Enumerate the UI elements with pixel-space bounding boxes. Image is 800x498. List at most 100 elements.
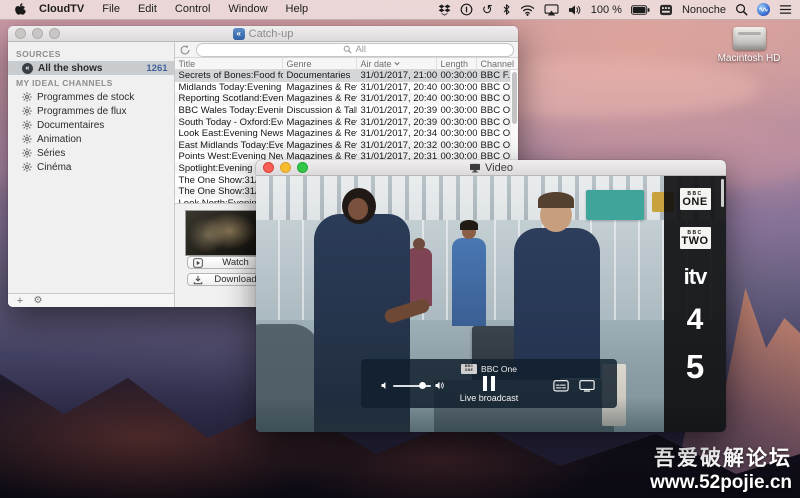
menu-help[interactable]: Help xyxy=(277,0,318,19)
volume-slider[interactable] xyxy=(393,382,431,389)
sidebar-footer: + ⚙ xyxy=(8,293,174,307)
cell-title: Secrets of Bones:Food for Th... xyxy=(178,70,283,82)
sidebar-item-channel[interactable]: Animation xyxy=(8,132,174,146)
gear-icon xyxy=(22,134,32,144)
play-icon xyxy=(192,257,203,268)
column-length[interactable]: Length xyxy=(437,58,477,69)
cell-genre: Magazines & Revi... xyxy=(286,128,357,140)
close-button[interactable] xyxy=(15,28,26,39)
all-shows-count-badge: 1261 xyxy=(146,62,168,74)
wifi-icon[interactable] xyxy=(520,4,535,16)
sort-descending-icon xyxy=(393,62,400,66)
notification-center-icon[interactable] xyxy=(779,4,792,15)
watermark-line1: 吾爱破解论坛 xyxy=(654,447,792,470)
channel-itv[interactable]: itv xyxy=(684,266,708,288)
column-air-date[interactable]: Air date xyxy=(357,58,437,69)
sidebar-item-channel[interactable]: Documentaires xyxy=(8,118,174,132)
status-circle-icon[interactable] xyxy=(460,3,473,16)
table-row[interactable]: Midlands Today:Evening New... Magazines … xyxy=(174,81,518,94)
video-titlebar[interactable]: Video xyxy=(256,160,726,176)
column-genre[interactable]: Genre xyxy=(283,58,357,69)
macintosh-hd-icon[interactable]: Macintosh HD xyxy=(714,27,784,64)
minimize-button[interactable] xyxy=(280,162,291,173)
battery-icon[interactable] xyxy=(630,4,650,15)
zoom-button[interactable] xyxy=(49,28,60,39)
menu-control[interactable]: Control xyxy=(166,0,219,19)
siri-icon[interactable] xyxy=(757,3,770,16)
channel-bbc-one[interactable]: BBC ONE xyxy=(679,188,711,210)
cell-title: BBC Wales Today:Evening Ne... xyxy=(178,105,283,117)
minimize-button[interactable] xyxy=(32,28,43,39)
menu-file[interactable]: File xyxy=(93,0,129,19)
menu-window[interactable]: Window xyxy=(219,0,276,19)
table-row[interactable]: South Today - Oxford:Evenin... Magazines… xyxy=(174,116,518,128)
channel-four[interactable]: 4 xyxy=(687,305,704,335)
volume-control[interactable] xyxy=(381,381,445,390)
rail-scrollbar[interactable] xyxy=(721,179,724,207)
dropbox-icon[interactable] xyxy=(438,3,451,16)
sidebar-settings-button[interactable]: ⚙ xyxy=(31,295,45,307)
cell-genre: Documentaries xyxy=(286,70,351,82)
app-menu-cloudtv[interactable]: CloudTV xyxy=(30,0,93,19)
cell-length: 00:30:00 xyxy=(440,105,477,117)
sidebar-item-all-shows[interactable]: « All the shows 1261 xyxy=(8,61,174,75)
cell-air-date: 31/01/2017, 20:39 xyxy=(360,105,437,117)
channel-label: Documentaires xyxy=(37,119,105,131)
sidebar-item-channel[interactable]: Programmes de stock xyxy=(8,90,174,104)
overlay-right-controls xyxy=(553,380,595,392)
video-window: Video BBC ONE BBC TWO itv 4 5 BBC ONE BB… xyxy=(256,160,726,432)
apple-menu-icon[interactable] xyxy=(14,3,26,16)
volume-knob[interactable] xyxy=(418,382,426,389)
channel-bbc-two[interactable]: BBC TWO xyxy=(679,227,711,249)
hard-drive-image xyxy=(732,27,766,50)
spotlight-search-icon[interactable] xyxy=(735,3,748,16)
table-row[interactable]: Look East:Evening News, 31/... Magazines… xyxy=(174,127,518,140)
table-row[interactable]: East Midlands Today:Evening... Magazines… xyxy=(174,139,518,152)
menu-edit[interactable]: Edit xyxy=(129,0,166,19)
catchup-titlebar[interactable]: « Catch-up xyxy=(8,26,518,42)
bluetooth-icon[interactable] xyxy=(502,3,511,16)
my-ideal-channels-header: MY IDEAL CHANNELS xyxy=(16,78,113,88)
sidebar-item-channel[interactable]: Séries xyxy=(8,146,174,160)
zoom-button[interactable] xyxy=(297,162,308,173)
cell-length: 00:30:00 xyxy=(440,128,477,140)
column-title[interactable]: Title xyxy=(175,58,283,69)
channel-label: Programmes de stock xyxy=(37,91,135,103)
pause-button[interactable] xyxy=(483,376,495,391)
refresh-icon[interactable] xyxy=(179,44,191,56)
sidebar-item-channel[interactable]: Cinéma xyxy=(8,160,174,174)
video-frame[interactable]: BBC ONE BBC TWO itv 4 5 BBC ONE BBC One … xyxy=(256,176,726,432)
airplay-display-icon[interactable] xyxy=(579,380,595,392)
volume-max-icon[interactable] xyxy=(435,381,445,390)
scrollbar-thumb[interactable] xyxy=(512,72,517,124)
column-channel[interactable]: Channel xyxy=(477,58,518,69)
cell-length: 00:30:00 xyxy=(440,70,477,82)
input-source-icon[interactable] xyxy=(659,4,673,16)
volume-min-icon[interactable] xyxy=(381,381,389,390)
volume-icon[interactable] xyxy=(568,4,582,16)
channel-five[interactable]: 5 xyxy=(686,350,704,383)
cell-length: 00:30:00 xyxy=(440,139,477,151)
disk-label: Macintosh HD xyxy=(717,53,781,64)
cell-title: South Today - Oxford:Evenin... xyxy=(178,116,283,128)
sidebar-item-channel[interactable]: Programmes de flux xyxy=(8,104,174,118)
scene-sign xyxy=(586,190,644,220)
subtitles-icon[interactable] xyxy=(553,380,569,392)
airplay-icon[interactable] xyxy=(544,3,559,16)
add-source-button[interactable]: + xyxy=(13,295,27,307)
time-machine-icon[interactable]: ↺ xyxy=(482,3,493,16)
user-menu[interactable]: Nonoche xyxy=(682,4,726,16)
cell-title: East Midlands Today:Evening... xyxy=(178,139,283,151)
watermark: 吾爱破解论坛 www.52pojie.cn xyxy=(650,442,792,494)
table-row[interactable]: BBC Wales Today:Evening Ne... Discussion… xyxy=(174,104,518,117)
search-input[interactable]: All xyxy=(195,42,514,57)
close-button[interactable] xyxy=(263,162,274,173)
window-controls xyxy=(263,160,308,175)
table-row[interactable]: Reporting Scotland:Evening... Magazines … xyxy=(174,93,518,105)
window-title: « Catch-up xyxy=(232,27,293,40)
channel-label: Cinéma xyxy=(37,161,72,173)
table-row[interactable]: Secrets of Bones:Food for Th... Document… xyxy=(174,70,518,82)
cell-air-date: 31/01/2017, 20:34 xyxy=(360,128,437,140)
cell-length: 00:30:00 xyxy=(440,81,477,93)
cell-title: Look East:Evening News, 31/... xyxy=(178,128,283,140)
